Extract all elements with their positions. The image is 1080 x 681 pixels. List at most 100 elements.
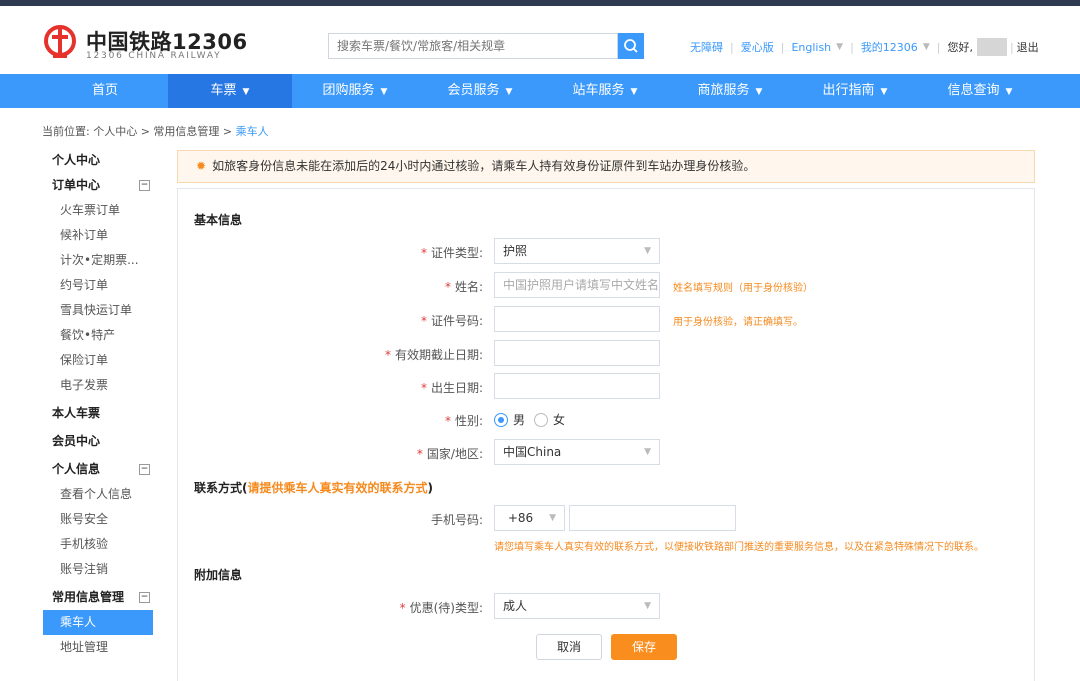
country-value: 中国China <box>503 445 562 459</box>
discount-label: * 优惠(待)类型: <box>353 599 483 616</box>
nav-guide-label: 出行指南 <box>822 83 875 98</box>
id-type-label-text: 证件类型: <box>430 246 483 260</box>
name-rule-hint[interactable]: 姓名填写规则（用于身份核验） <box>673 279 813 294</box>
sidebar-item-insurance[interactable]: 保险订单 <box>43 348 153 373</box>
sidebar-group-orders[interactable]: 订单中心 − <box>43 173 153 198</box>
country-code-select[interactable]: +86 ▼ <box>494 505 565 531</box>
save-button[interactable]: 保存 <box>611 634 677 660</box>
id-type-label: * 证件类型: <box>353 244 483 261</box>
chevron-down-icon: ▼ <box>644 601 651 611</box>
sidebar-item-member-center[interactable]: 会员中心 <box>43 429 153 454</box>
sidebar-item-passengers[interactable]: 乘车人 <box>43 610 153 635</box>
chevron-down-icon: ▼ <box>644 246 651 256</box>
chevron-down-icon: ▼ <box>922 42 930 52</box>
logout-link[interactable]: 退出 <box>1017 39 1039 55</box>
nav-tickets[interactable]: 车票 ▼ <box>168 74 292 108</box>
section-extra-info: 附加信息 <box>194 568 243 582</box>
nav-info[interactable]: 信息查询 ▼ <box>918 74 1042 108</box>
radio-unchecked-icon <box>534 412 548 427</box>
nav-guide[interactable]: 出行指南 ▼ <box>793 74 917 108</box>
collapse-icon[interactable]: − <box>139 592 150 603</box>
nav-group-label: 团购服务 <box>322 83 375 98</box>
nav-home-label: 首页 <box>91 83 118 98</box>
gender-female-label: 女 <box>553 413 566 427</box>
birth-label-text: 出生日期: <box>430 381 483 395</box>
name-input[interactable]: 中国护照用户请填写中文姓名 <box>494 272 660 298</box>
birth-label: * 出生日期: <box>353 379 483 396</box>
gender-label: * 性别: <box>353 412 483 429</box>
sidebar-item-ski-shipping[interactable]: 雪具快运订单 <box>43 298 153 323</box>
sidebar-item-invoice[interactable]: 电子发票 <box>43 373 153 398</box>
discount-type-value: 成人 <box>503 599 528 613</box>
nav-member-label: 会员服务 <box>447 83 500 98</box>
sidebar-item-account-cancel[interactable]: 账号注销 <box>43 557 153 582</box>
search-input[interactable] <box>328 33 618 59</box>
country-code-value: +86 <box>507 511 534 525</box>
nav-home[interactable]: 首页 <box>43 74 167 108</box>
accessible-link[interactable]: 无障碍 <box>690 39 723 55</box>
sidebar-item-account-security[interactable]: 账号安全 <box>43 507 153 532</box>
country-select[interactable]: 中国China ▼ <box>494 439 660 465</box>
sidebar-item-phone-verify[interactable]: 手机核验 <box>43 532 153 557</box>
sidebar-item-period-tickets[interactable]: 计次•定期票... <box>43 248 153 273</box>
required-mark: * <box>399 601 406 615</box>
sidebar-item-waitlist-orders[interactable]: 候补订单 <box>43 223 153 248</box>
name-label-text: 姓名: <box>454 280 483 294</box>
sidebar-item-personal-center[interactable]: 个人中心 <box>43 148 153 173</box>
sidebar-item-my-tickets[interactable]: 本人车票 <box>43 401 153 426</box>
sidebar-item-catering[interactable]: 餐饮•特产 <box>43 323 153 348</box>
chevron-down-icon: ▼ <box>630 87 638 97</box>
sidebar-item-train-orders[interactable]: 火车票订单 <box>43 198 153 223</box>
greeting: 您好, <box>947 41 973 54</box>
divider: | <box>730 40 734 54</box>
collapse-icon[interactable]: − <box>139 180 150 191</box>
discount-type-select[interactable]: 成人 ▼ <box>494 593 660 619</box>
expiry-date-input[interactable] <box>494 340 660 366</box>
phone-hint: 请您填写乘车人真实有效的联系方式，以便接收铁路部门推送的重要服务信息，以及在紧急… <box>494 542 984 553</box>
phone-input[interactable] <box>569 505 736 531</box>
sidebar: 个人中心 订单中心 − 火车票订单 候补订单 计次•定期票... 约号订单 雪具… <box>43 148 153 660</box>
chevron-down-icon: ▼ <box>1005 87 1013 97</box>
sidebar-item-reserved-orders[interactable]: 约号订单 <box>43 273 153 298</box>
username-redacted <box>976 38 1007 56</box>
gender-label-text: 性别: <box>454 414 483 428</box>
cancel-button[interactable]: 取消 <box>536 634 602 660</box>
site-header: 中国铁路12306 12306 CHINA RAILWAY 无障碍 | 爱心版 … <box>0 6 1080 74</box>
gender-female-radio[interactable]: 女 <box>534 411 565 428</box>
required-mark: * <box>444 414 451 428</box>
english-link[interactable]: English <box>791 41 831 54</box>
nav-member[interactable]: 会员服务 ▼ <box>418 74 542 108</box>
birth-date-input[interactable] <box>494 373 660 399</box>
sidebar-group-personal-info[interactable]: 个人信息 − <box>43 457 153 482</box>
country-label: * 国家/地区: <box>353 445 483 462</box>
chevron-down-icon: ▼ <box>880 87 888 97</box>
id-number-hint: 用于身份核验，请正确填写。 <box>673 317 803 328</box>
main-nav: 首页 车票 ▼ 团购服务 ▼ 会员服务 ▼ 站车服务 ▼ 商旅服务 ▼ 出行指南 ▼ 信息查… <box>0 74 1080 108</box>
bulb-icon: ✹ <box>196 159 207 173</box>
nav-station[interactable]: 站车服务 ▼ <box>543 74 667 108</box>
section-contact-warning: 请提供乘车人真实有效的联系方式 <box>247 481 428 495</box>
railway-logo-icon[interactable] <box>42 24 78 60</box>
name-label: * 姓名: <box>353 278 483 295</box>
gender-male-radio[interactable]: 男 <box>494 411 525 428</box>
id-number-input[interactable] <box>494 306 660 332</box>
breadcrumb-path[interactable]: 当前位置: 个人中心 > 常用信息管理 > <box>42 125 236 138</box>
love-version-link[interactable]: 爱心版 <box>741 39 774 55</box>
id-number-label: * 证件号码: <box>353 312 483 329</box>
search-button[interactable] <box>618 33 644 59</box>
id-type-select[interactable]: 护照 ▼ <box>494 238 660 264</box>
id-number-label-text: 证件号码: <box>430 314 483 328</box>
breadcrumb: 当前位置: 个人中心 > 常用信息管理 > 乘车人 <box>42 123 269 139</box>
sidebar-group-orders-label: 订单中心 <box>52 178 101 192</box>
sidebar-item-view-info[interactable]: 查看个人信息 <box>43 482 153 507</box>
collapse-icon[interactable]: − <box>139 464 150 475</box>
top-links: 无障碍 | 爱心版 | English ▼ | 我的12306 ▼ | 您好, … <box>690 38 1039 56</box>
nav-group[interactable]: 团购服务 ▼ <box>293 74 417 108</box>
divider: | <box>936 40 941 54</box>
nav-business[interactable]: 商旅服务 ▼ <box>668 74 792 108</box>
chevron-down-icon: ▼ <box>380 87 388 97</box>
my12306-link[interactable]: 我的12306 <box>861 39 918 55</box>
sidebar-group-common-info[interactable]: 常用信息管理 − <box>43 585 153 610</box>
section-contact-c: ) <box>427 481 433 495</box>
sidebar-item-addresses[interactable]: 地址管理 <box>43 635 153 660</box>
